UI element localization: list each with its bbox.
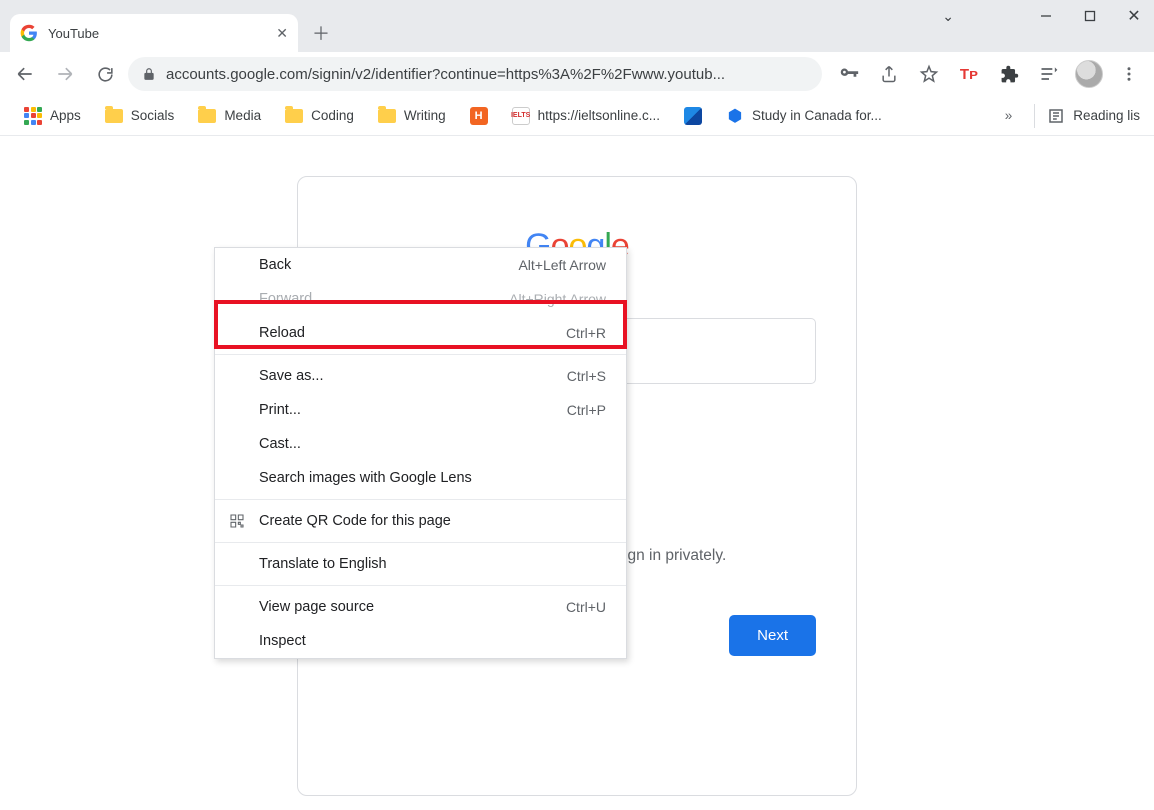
lock-icon [142,67,156,81]
browser-tab-strip: YouTube ✕ ＋ ⌄ ✕ [0,0,1154,52]
ctx-shortcut: Alt+Left Arrow [518,257,606,273]
new-tab-button[interactable]: ＋ [306,18,336,48]
folder-icon [378,109,396,123]
apps-grid-icon [24,107,42,125]
ctx-shortcut: Alt+Right Arrow [509,291,606,307]
bookmark-site-h[interactable]: H [460,101,498,131]
qr-icon [227,511,247,531]
ctx-inspect[interactable]: Inspect [215,624,626,658]
bookmark-label: Writing [404,108,446,123]
folder-icon [198,109,216,123]
bookmark-folder-socials[interactable]: Socials [95,102,185,129]
tab-favicon-google [20,24,38,42]
share-icon[interactable] [872,57,906,91]
ctx-label: Cast... [259,436,301,452]
bookmark-site-study[interactable]: ⬢ Study in Canada for... [716,101,892,131]
address-bar[interactable]: accounts.google.com/signin/v2/identifier… [128,57,822,91]
profile-avatar[interactable] [1072,57,1106,91]
extension-tp-icon[interactable]: Tᴘ [952,57,986,91]
site-icon: H [470,107,488,125]
browser-toolbar: accounts.google.com/signin/v2/identifier… [0,52,1154,96]
context-menu: Back Alt+Left Arrow Forward Alt+Right Arro… [214,247,627,659]
reading-list-icon [1047,107,1065,125]
tab-title: YouTube [48,26,99,41]
ctx-back[interactable]: Back Alt+Left Arrow [215,248,626,282]
ctx-label: Print... [259,402,301,418]
ctx-shortcut: Ctrl+S [567,368,606,384]
ctx-search-lens[interactable]: Search images with Google Lens [215,461,626,495]
ctx-label: Inspect [259,633,306,649]
nav-back-button[interactable] [8,57,42,91]
reading-list-label: Reading lis [1073,108,1140,123]
tab-close-icon[interactable]: ✕ [276,25,288,42]
ctx-translate[interactable]: Translate to English [215,547,626,581]
extensions-puzzle-icon[interactable] [992,57,1026,91]
ctx-label: Search images with Google Lens [259,470,472,486]
ctx-shortcut: Ctrl+U [566,599,606,615]
bookmarks-overflow-icon[interactable]: » [995,108,1023,123]
url-text: accounts.google.com/signin/v2/identifier… [166,66,808,83]
chrome-menu-icon[interactable] [1112,57,1146,91]
window-minimize-icon[interactable] [1038,8,1054,24]
next-button[interactable]: Next [729,615,816,656]
ctx-cast[interactable]: Cast... [215,427,626,461]
ctx-label: Forward [259,291,312,307]
ctx-reload[interactable]: Reload Ctrl+R [215,316,626,350]
bookmark-folder-coding[interactable]: Coding [275,102,364,129]
site-icon: IELTS [512,107,530,125]
bookmark-folder-writing[interactable]: Writing [368,102,456,129]
nav-forward-button[interactable] [48,57,82,91]
divider [1034,104,1035,128]
reading-list-button[interactable]: Reading lis [1047,107,1140,125]
ctx-separator [215,499,626,500]
folder-icon [285,109,303,123]
ctx-label: Translate to English [259,556,387,572]
ctx-shortcut: Ctrl+P [567,402,606,418]
ctx-view-source[interactable]: View page source Ctrl+U [215,590,626,624]
site-icon [684,107,702,125]
bookmarks-bar: Apps Socials Media Coding Writing H IELT… [0,96,1154,136]
media-control-icon[interactable] [1032,57,1066,91]
browser-tab-active[interactable]: YouTube ✕ [10,14,298,52]
bookmark-apps[interactable]: Apps [14,101,91,131]
bookmark-site-blue[interactable] [674,101,712,131]
ctx-separator [215,354,626,355]
bookmark-label: https://ieltsonline.c... [538,108,660,123]
folder-icon [105,109,123,123]
ctx-label: View page source [259,599,374,615]
bookmark-label: Coding [311,108,354,123]
bookmark-folder-media[interactable]: Media [188,102,271,129]
nav-reload-button[interactable] [88,57,122,91]
bookmark-star-icon[interactable] [912,57,946,91]
ctx-separator [215,542,626,543]
ctx-shortcut: Ctrl+R [566,325,606,341]
ctx-print[interactable]: Print... Ctrl+P [215,393,626,427]
window-close-icon[interactable]: ✕ [1126,8,1142,24]
ctx-label: Reload [259,325,305,341]
ctx-separator [215,585,626,586]
password-key-icon[interactable] [832,57,866,91]
ctx-save-as[interactable]: Save as... Ctrl+S [215,359,626,393]
bookmark-label: Study in Canada for... [752,108,882,123]
ctx-label: Back [259,257,291,273]
ctx-label: Save as... [259,368,323,384]
tab-search-chevron-icon[interactable]: ⌄ [942,8,954,25]
ctx-forward: Forward Alt+Right Arrow [215,282,626,316]
site-icon: ⬢ [726,107,744,125]
ctx-create-qr[interactable]: Create QR Code for this page [215,504,626,538]
ctx-label: Create QR Code for this page [259,513,451,529]
bookmark-site-ielts[interactable]: IELTS https://ieltsonline.c... [502,101,670,131]
window-maximize-icon[interactable] [1082,8,1098,24]
bookmark-label: Apps [50,108,81,123]
bookmark-label: Media [224,108,261,123]
bookmark-label: Socials [131,108,175,123]
